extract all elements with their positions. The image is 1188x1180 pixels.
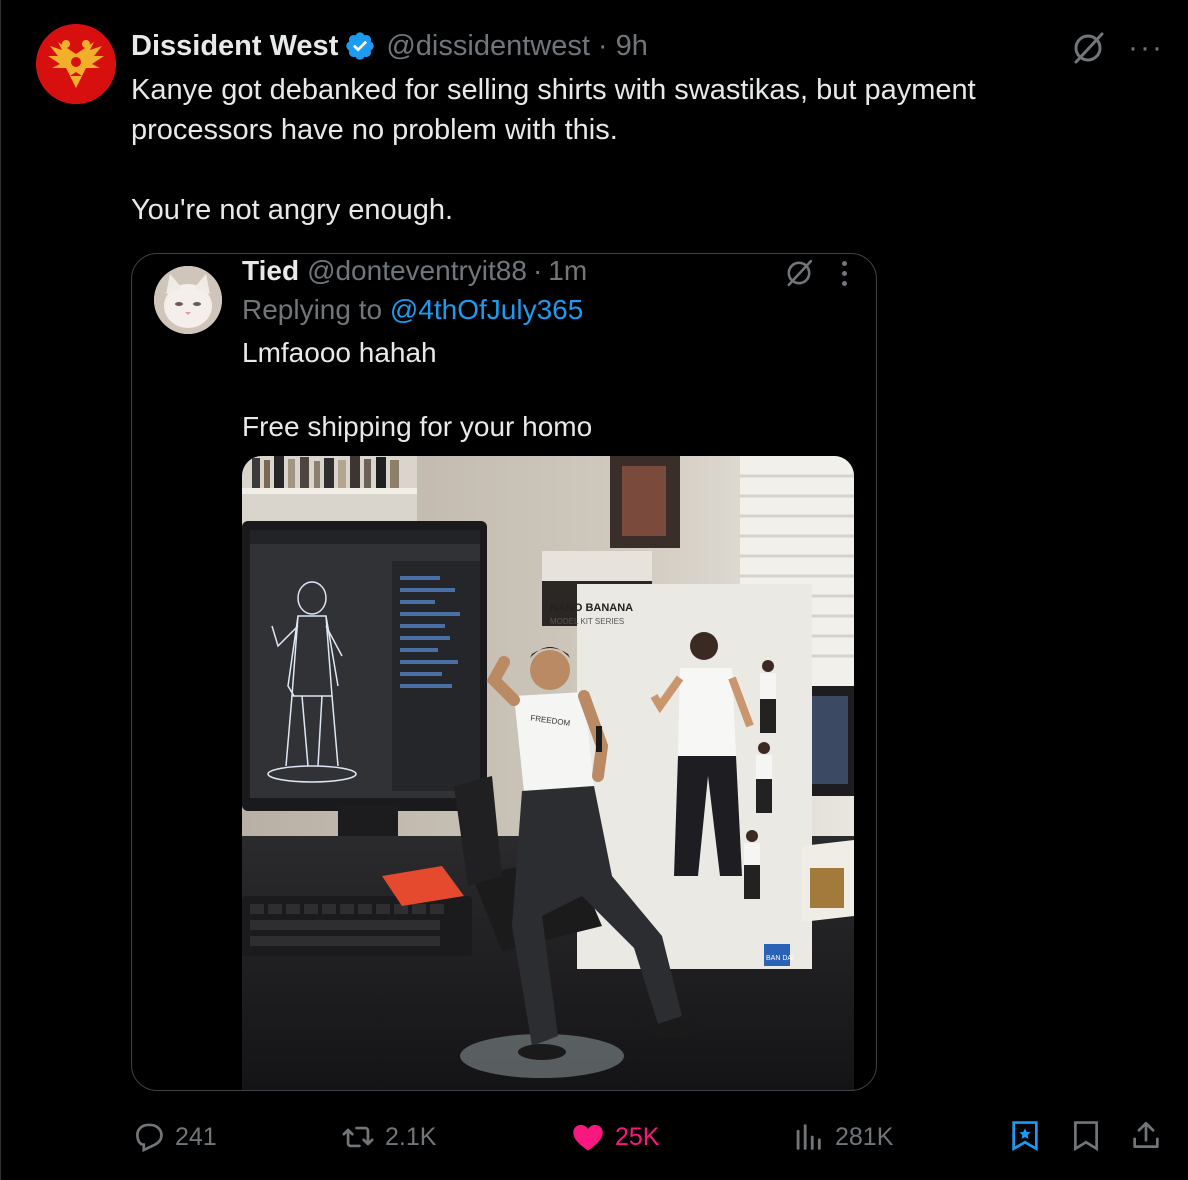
quoted-author-name[interactable]: Tied: [242, 255, 299, 287]
repost-icon: [342, 1126, 374, 1148]
double-headed-eagle-icon: [36, 24, 116, 104]
box-brand-text: BAN DAI: [766, 955, 794, 962]
cat-avatar-image: [154, 266, 222, 334]
reply-count: 241: [175, 1122, 217, 1151]
box-title-text: NANO BANANA: [550, 602, 633, 614]
views-icon: [796, 1124, 821, 1150]
tweet-text: Kanye got debanked for selling shirts wi…: [131, 70, 1071, 230]
views-count: 281K: [835, 1122, 894, 1151]
views-button[interactable]: 281K: [791, 1116, 893, 1158]
separator-dot: ·: [532, 255, 543, 286]
bookmark-icon[interactable]: [1069, 1118, 1103, 1154]
replying-to-mention[interactable]: @4thOfJuly365: [390, 294, 583, 325]
replying-to-prefix: Replying to: [242, 294, 390, 325]
reply-button[interactable]: 241: [131, 1116, 217, 1158]
tweet-top-icons: ···: [1068, 28, 1164, 68]
box-subtitle-text: MODEL KIT SERIES: [550, 617, 624, 626]
grok-icon[interactable]: [1068, 28, 1108, 68]
author-avatar[interactable]: [36, 24, 116, 104]
quoted-tweet-header: Tied @donteventryit88 · 1m: [242, 254, 587, 288]
repost-count: 2.1K: [385, 1122, 437, 1151]
quoted-text-line: Free shipping for your homo: [242, 411, 593, 442]
separator-dot: ·: [597, 29, 608, 62]
quoted-tweet-photo[interactable]: NANO BANANA MODEL KIT SERIES BAN DAI FRE…: [242, 456, 854, 1090]
reply-icon: [136, 1123, 163, 1153]
repost-button[interactable]: 2.1K: [341, 1116, 436, 1158]
more-icon[interactable]: ···: [1128, 33, 1164, 63]
like-button[interactable]: 25K: [571, 1116, 659, 1158]
quoted-tweet[interactable]: Tied @donteventryit88 · 1m Replying to @…: [131, 253, 877, 1091]
tweet-time[interactable]: 9h: [616, 30, 648, 63]
quoted-author-avatar[interactable]: [154, 266, 222, 334]
grok-icon: [787, 259, 813, 287]
grok-bookmark-icon[interactable]: [1008, 1118, 1042, 1154]
tweet-text-line: You're not angry enough.: [131, 194, 454, 226]
quoted-tweet-icons: [782, 256, 848, 290]
like-count: 25K: [615, 1122, 660, 1151]
heart-icon: [573, 1124, 603, 1151]
verified-badge-icon: [346, 32, 375, 60]
tweet-container[interactable]: Dissident West @dissidentwest · 9h ··· K…: [0, 0, 1188, 1180]
replying-to-line: Replying to @4thOfJuly365: [242, 294, 583, 326]
quoted-text-line: Lmfaooo hahah: [242, 337, 437, 368]
author-handle[interactable]: @dissidentwest: [386, 30, 590, 63]
figure-model-kit-photo: NANO BANANA MODEL KIT SERIES BAN DAI FRE…: [242, 456, 854, 1090]
quoted-tweet-time[interactable]: 1m: [548, 255, 587, 287]
tweet-text-line: Kanye got debanked for selling shirts wi…: [131, 74, 976, 146]
more-icon: [842, 260, 848, 286]
share-icon[interactable]: [1129, 1118, 1163, 1154]
timeline-border: [0, 0, 1, 1180]
tweet-header: Dissident West @dissidentwest · 9h: [131, 26, 648, 66]
author-name[interactable]: Dissident West: [131, 30, 338, 63]
tweet-action-bar: 241 2.1K 25K 281K: [131, 1116, 1163, 1158]
quoted-author-handle[interactable]: @donteventryit88: [307, 255, 527, 287]
quoted-tweet-text: Lmfaooo hahah Free shipping for your hom…: [242, 334, 842, 446]
